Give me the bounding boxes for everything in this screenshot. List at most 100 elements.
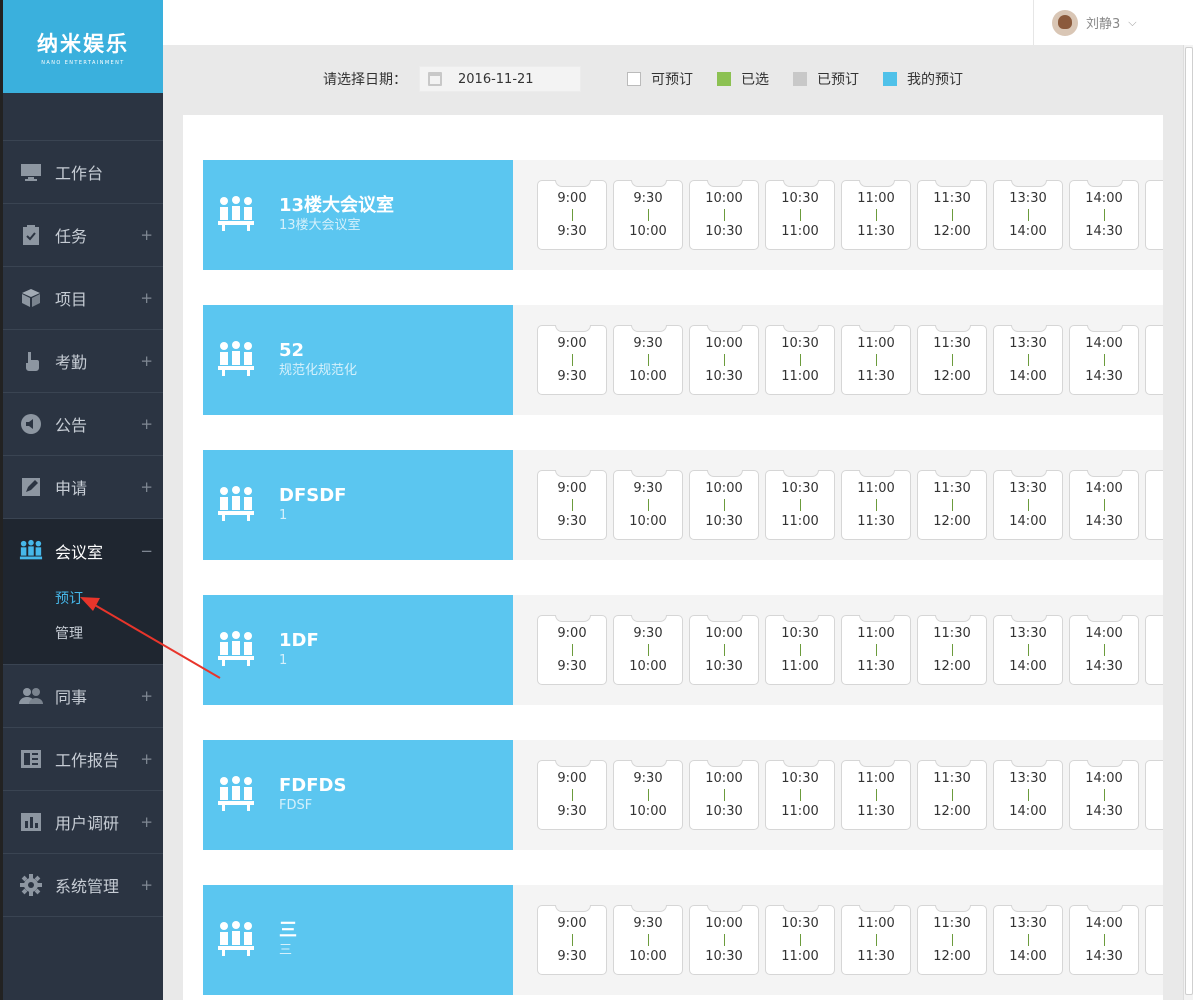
time-slot[interactable] xyxy=(1145,760,1163,830)
sidebar-item-6[interactable]: 会议室 − xyxy=(3,519,163,582)
time-slot[interactable]: 13:30 14:00 xyxy=(993,325,1063,395)
time-slot[interactable]: 9:30 10:00 xyxy=(613,905,683,975)
page-scrollbar[interactable] xyxy=(1183,45,1193,1000)
time-slot[interactable]: 9:00 9:30 xyxy=(537,325,607,395)
time-slot[interactable]: 10:30 11:00 xyxy=(765,615,835,685)
time-slot[interactable]: 14:00 14:30 xyxy=(1069,180,1139,250)
time-slot[interactable]: 13:30 14:00 xyxy=(993,180,1063,250)
time-slot[interactable]: 11:30 12:00 xyxy=(917,180,987,250)
sidebar-item-9[interactable]: 用户调研 + xyxy=(3,791,163,854)
submenu-item[interactable]: 预订 xyxy=(3,582,163,617)
slot-start: 11:00 xyxy=(857,481,895,496)
sidebar-item-7[interactable]: 同事 + xyxy=(3,665,163,728)
expand-icon[interactable]: + xyxy=(140,813,153,831)
slot-end: 14:30 xyxy=(1085,804,1123,819)
time-slot[interactable]: 9:00 9:30 xyxy=(537,180,607,250)
time-slot[interactable]: 10:00 10:30 xyxy=(689,180,759,250)
slot-end: 12:00 xyxy=(933,514,971,529)
time-slot[interactable] xyxy=(1145,470,1163,540)
time-slot[interactable]: 10:00 10:30 xyxy=(689,470,759,540)
time-slot[interactable]: 11:00 11:30 xyxy=(841,325,911,395)
time-slot[interactable]: 11:00 11:30 xyxy=(841,905,911,975)
time-slot[interactable]: 10:00 10:30 xyxy=(689,615,759,685)
slot-divider xyxy=(723,209,725,221)
expand-icon[interactable]: + xyxy=(140,352,153,370)
scrollbar-thumb[interactable] xyxy=(1185,47,1193,995)
submenu-item[interactable]: 管理 xyxy=(3,617,163,652)
sidebar-item-8[interactable]: 工作报告 + xyxy=(3,728,163,791)
sidebar-item-2[interactable]: 项目 + xyxy=(3,267,163,330)
time-slot[interactable]: 10:30 11:00 xyxy=(765,180,835,250)
avatar[interactable] xyxy=(1052,9,1078,36)
time-slot[interactable] xyxy=(1145,325,1163,395)
expand-icon[interactable]: + xyxy=(140,415,153,433)
expand-icon[interactable]: + xyxy=(140,687,153,705)
sidebar-item-10[interactable]: 系统管理 + xyxy=(3,854,163,917)
time-slot[interactable]: 14:00 14:30 xyxy=(1069,325,1139,395)
slot-divider xyxy=(571,499,573,511)
time-slot[interactable] xyxy=(1145,615,1163,685)
time-slot[interactable] xyxy=(1145,180,1163,250)
time-slot[interactable]: 10:00 10:30 xyxy=(689,905,759,975)
slot-end: 14:00 xyxy=(1009,514,1047,529)
slot-divider xyxy=(799,934,801,946)
time-slot[interactable]: 11:00 11:30 xyxy=(841,615,911,685)
slot-divider xyxy=(723,934,725,946)
expand-icon[interactable]: + xyxy=(140,478,153,496)
expand-icon[interactable]: + xyxy=(140,226,153,244)
sidebar-item-1[interactable]: 任务 + xyxy=(3,204,163,267)
submenu: 预订 管理 xyxy=(3,582,163,665)
expand-icon[interactable]: + xyxy=(140,750,153,768)
time-slot[interactable]: 9:30 10:00 xyxy=(613,180,683,250)
time-slot[interactable]: 13:30 14:00 xyxy=(993,470,1063,540)
slot-start: 10:00 xyxy=(705,916,743,931)
collapse-icon[interactable]: − xyxy=(140,542,153,560)
time-slot[interactable]: 10:00 10:30 xyxy=(689,760,759,830)
sidebar-item-4[interactable]: 公告 + xyxy=(3,393,163,456)
time-slot[interactable]: 9:30 10:00 xyxy=(613,470,683,540)
time-slot[interactable]: 10:30 11:00 xyxy=(765,470,835,540)
time-slot[interactable]: 11:30 12:00 xyxy=(917,470,987,540)
date-picker[interactable]: 2016-11-21 xyxy=(419,66,581,92)
chevron-down-icon[interactable]: ⌵ xyxy=(1128,16,1136,30)
time-slot[interactable]: 9:00 9:30 xyxy=(537,905,607,975)
time-slot[interactable]: 11:30 12:00 xyxy=(917,325,987,395)
slot-divider xyxy=(647,934,649,946)
time-slot[interactable]: 9:00 9:30 xyxy=(537,760,607,830)
time-slot[interactable]: 14:00 14:30 xyxy=(1069,470,1139,540)
slot-start: 11:30 xyxy=(933,191,971,206)
calendar-icon[interactable] xyxy=(428,72,442,86)
time-slot[interactable]: 9:00 9:30 xyxy=(537,470,607,540)
time-slot[interactable] xyxy=(1145,905,1163,975)
time-slot[interactable]: 10:30 11:00 xyxy=(765,905,835,975)
time-slot[interactable]: 11:00 11:30 xyxy=(841,180,911,250)
time-slot[interactable]: 13:30 14:00 xyxy=(993,615,1063,685)
time-slot[interactable]: 10:30 11:00 xyxy=(765,325,835,395)
time-slot[interactable]: 11:30 12:00 xyxy=(917,615,987,685)
expand-icon[interactable]: + xyxy=(140,876,153,894)
time-slot[interactable]: 14:00 14:30 xyxy=(1069,760,1139,830)
sidebar-item-0[interactable]: 工作台 xyxy=(3,141,163,204)
brand-tagline: NANO ENTERTAINMENT xyxy=(41,59,125,66)
sidebar-item-5[interactable]: 申请 + xyxy=(3,456,163,519)
expand-icon[interactable]: + xyxy=(140,289,153,307)
time-slot[interactable]: 9:30 10:00 xyxy=(613,325,683,395)
time-slot[interactable]: 11:30 12:00 xyxy=(917,905,987,975)
time-slot[interactable]: 14:00 14:30 xyxy=(1069,615,1139,685)
time-slot[interactable]: 10:30 11:00 xyxy=(765,760,835,830)
brand-logo[interactable]: 纳米娱乐 NANO ENTERTAINMENT xyxy=(3,0,163,93)
time-slot[interactable]: 13:30 14:00 xyxy=(993,760,1063,830)
time-slot[interactable]: 9:30 10:00 xyxy=(613,760,683,830)
time-slot[interactable]: 9:30 10:00 xyxy=(613,615,683,685)
time-slot[interactable]: 10:00 10:30 xyxy=(689,325,759,395)
time-slot[interactable]: 14:00 14:30 xyxy=(1069,905,1139,975)
time-slot[interactable]: 11:30 12:00 xyxy=(917,760,987,830)
sidebar-item-3[interactable]: 考勤 + xyxy=(3,330,163,393)
time-slot[interactable]: 11:00 11:30 xyxy=(841,470,911,540)
time-slot[interactable]: 11:00 11:30 xyxy=(841,760,911,830)
user-menu[interactable]: 刘静3 ⌵ xyxy=(1033,0,1193,45)
room-row: FDFDS FDSF 9:00 9:30 9:30 10:00 10:00 10:30 10:3… xyxy=(203,740,1163,850)
time-slot[interactable]: 9:00 9:30 xyxy=(537,615,607,685)
slot-start: 10:00 xyxy=(705,191,743,206)
time-slot[interactable]: 13:30 14:00 xyxy=(993,905,1063,975)
